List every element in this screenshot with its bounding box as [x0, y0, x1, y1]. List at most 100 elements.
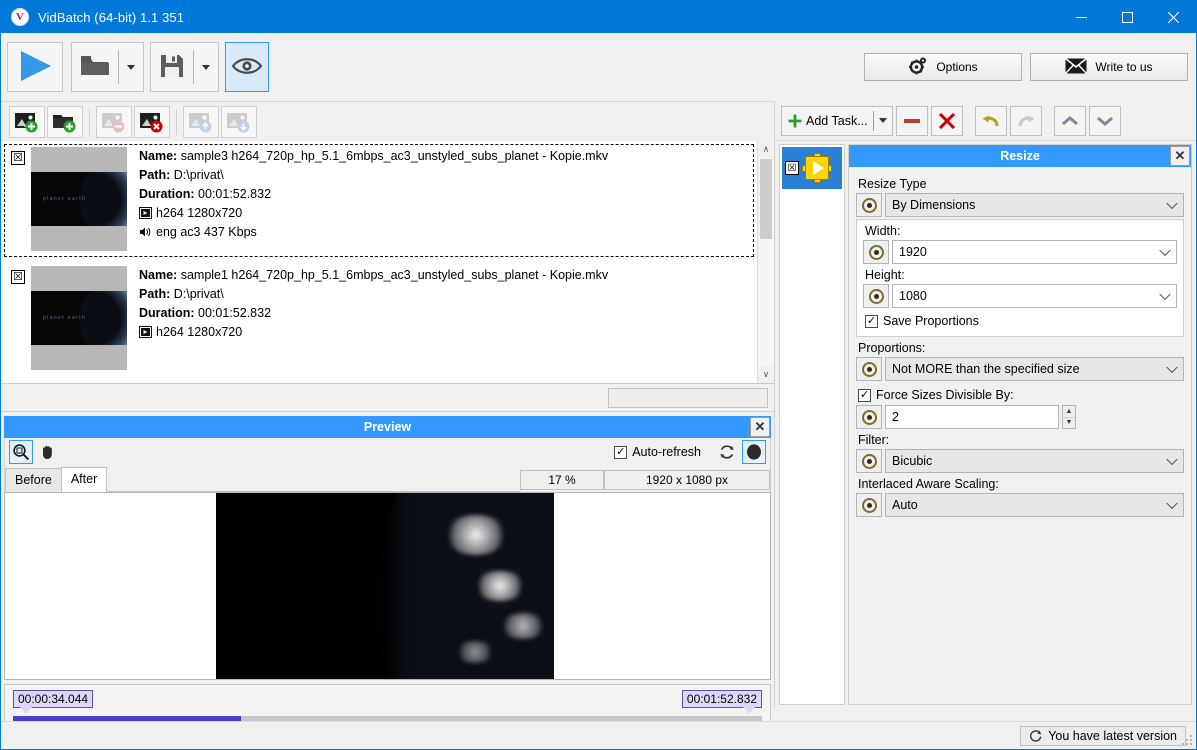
add-task-button[interactable]: Add Task...: [781, 105, 893, 136]
main-toolbar-right: Options Write to us: [864, 53, 1188, 81]
save-button[interactable]: [151, 43, 193, 91]
write-to-us-button[interactable]: Write to us: [1030, 53, 1188, 81]
stepper-down[interactable]: ▼: [1063, 416, 1075, 429]
clear-list-button[interactable]: [134, 105, 170, 138]
file-duration-value: 00:01:52.832: [198, 306, 272, 320]
chevron-down-icon: [1166, 453, 1178, 466]
proportions-reset-button[interactable]: [856, 357, 882, 381]
open-file-split-button[interactable]: [71, 42, 144, 92]
task-node-resize[interactable]: ☒: [782, 147, 842, 189]
file-list-scrollbar[interactable]: ∧ ∨: [757, 141, 774, 383]
file-checkbox[interactable]: ☒: [11, 151, 25, 165]
filter-reset-button[interactable]: [856, 449, 882, 473]
preview-tabs: Before After 17 % 1920 x 1080 px: [4, 466, 771, 492]
force-divisible-input[interactable]: 2: [885, 405, 1059, 429]
preview-canvas[interactable]: [4, 492, 771, 680]
proportions-combo[interactable]: Not MORE than the specified size: [885, 357, 1184, 381]
width-input[interactable]: 1920: [892, 240, 1177, 264]
width-row: 1920: [863, 240, 1177, 264]
options-button[interactable]: Options: [864, 53, 1022, 81]
open-file-dropdown[interactable]: [119, 43, 143, 91]
toggle-preview-button[interactable]: [225, 42, 269, 92]
zoom-fit-icon[interactable]: [9, 440, 33, 464]
floppy-disk-icon: [159, 53, 185, 82]
play-icon: [17, 49, 53, 86]
close-button[interactable]: [1150, 1, 1196, 33]
tab-before[interactable]: Before: [5, 468, 62, 492]
save-proportions-checkbox[interactable]: ✓ Save Proportions: [865, 314, 979, 328]
interlaced-combo[interactable]: Auto: [885, 493, 1184, 517]
move-task-down-button[interactable]: [1088, 105, 1121, 136]
remove-task-button[interactable]: [895, 105, 928, 136]
tab-after[interactable]: After: [60, 467, 108, 492]
file-duration-value: 00:01:52.832: [198, 187, 272, 201]
scroll-up-button[interactable]: ∧: [758, 141, 774, 158]
update-status-text: You have latest version: [1048, 728, 1177, 743]
auto-refresh-checkbox[interactable]: ✓ Auto-refresh: [614, 445, 701, 459]
delete-all-tasks-button[interactable]: [930, 105, 963, 136]
run-button[interactable]: [7, 42, 63, 92]
interlaced-value: Auto: [892, 498, 918, 512]
resize-grip-icon[interactable]: [1182, 735, 1194, 747]
file-duration-label: Duration:: [139, 306, 195, 320]
video-stream-icon: [139, 206, 152, 219]
force-divisible-stepper[interactable]: ▲ ▼: [1062, 405, 1076, 429]
maximize-button[interactable]: [1104, 1, 1150, 33]
minimize-button[interactable]: [1058, 1, 1104, 33]
close-icon: ✕: [1174, 148, 1186, 163]
file-path-value: D:\privat\: [173, 168, 224, 182]
chevron-down-icon: [202, 64, 210, 70]
task-node-checkbox[interactable]: ☒: [785, 161, 799, 175]
refresh-circle-icon: [1030, 730, 1042, 742]
force-divisible-checkbox[interactable]: ✓ Force Sizes Divisible By:: [858, 388, 1014, 402]
proportions-label: Proportions:: [858, 341, 926, 355]
zoom-level-readout[interactable]: 17 %: [520, 470, 604, 490]
task-panel-body: Resize Type By Dimensions Width: 1920 He…: [849, 167, 1191, 519]
file-list-item[interactable]: ☒ planet earth Name: sample3 h264_720p_h…: [1, 141, 757, 260]
add-folder-button[interactable]: [47, 105, 83, 138]
task-list[interactable]: ☒: [779, 144, 845, 705]
render-dot-icon[interactable]: [742, 440, 766, 464]
scrollbar-thumb[interactable]: [760, 159, 772, 239]
stepper-up[interactable]: ▲: [1063, 406, 1075, 417]
task-panel-close-button[interactable]: ✕: [1170, 146, 1190, 166]
save-split-button[interactable]: [150, 42, 219, 92]
move-task-up-button[interactable]: [1053, 105, 1086, 136]
interlaced-reset-button[interactable]: [856, 493, 882, 517]
timeline-current-time: 00:00:34.044: [13, 690, 94, 714]
task-node-icon: [802, 153, 832, 183]
application-window: V VidBatch (64-bit) 1.1 351 Options Writ…: [0, 0, 1197, 750]
filter-combo[interactable]: Bicubic: [885, 449, 1184, 473]
height-input[interactable]: 1080: [892, 284, 1177, 308]
undo-button[interactable]: [974, 105, 1007, 136]
chevron-down-icon: [1159, 288, 1171, 301]
height-reset-button[interactable]: [863, 284, 889, 308]
x-icon: [938, 112, 955, 129]
file-list-item[interactable]: ☒ planet earth Name: sample1 h264_720p_h…: [1, 260, 757, 379]
task-settings-panel: Resize ✕ Resize Type By Dimensions Width…: [848, 144, 1192, 705]
resize-type-reset-button[interactable]: [856, 193, 882, 217]
resize-type-combo[interactable]: By Dimensions: [885, 193, 1184, 217]
width-reset-button[interactable]: [863, 240, 889, 264]
save-dropdown[interactable]: [194, 43, 218, 91]
app-logo-icon: V: [11, 8, 29, 26]
hand-icon[interactable]: [36, 440, 60, 464]
app-logo-letter: V: [16, 11, 24, 23]
toolbar-separator: [89, 108, 90, 135]
file-info: Name: sample1 h264_720p_hp_5.1_6mbps_ac3…: [127, 266, 608, 373]
preset-dot-icon: [861, 197, 877, 213]
preview-close-button[interactable]: ✕: [750, 417, 770, 437]
proportions-value: Not MORE than the specified size: [892, 362, 1080, 376]
add-file-button[interactable]: [9, 105, 45, 138]
file-list[interactable]: ☒ planet earth Name: sample3 h264_720p_h…: [1, 141, 774, 384]
resolution-readout[interactable]: 1920 x 1080 px: [604, 470, 770, 490]
scroll-down-button[interactable]: ∨: [758, 366, 774, 383]
refresh-icon[interactable]: [715, 440, 739, 464]
open-file-button[interactable]: [72, 43, 118, 91]
file-checkbox[interactable]: ☒: [11, 270, 25, 284]
force-divisible-reset-button[interactable]: [856, 405, 882, 429]
move-up-button: [183, 105, 219, 138]
chevron-down-icon: [1166, 497, 1178, 510]
update-status[interactable]: You have latest version: [1020, 725, 1186, 746]
chevron-down-icon[interactable]: [878, 118, 887, 123]
